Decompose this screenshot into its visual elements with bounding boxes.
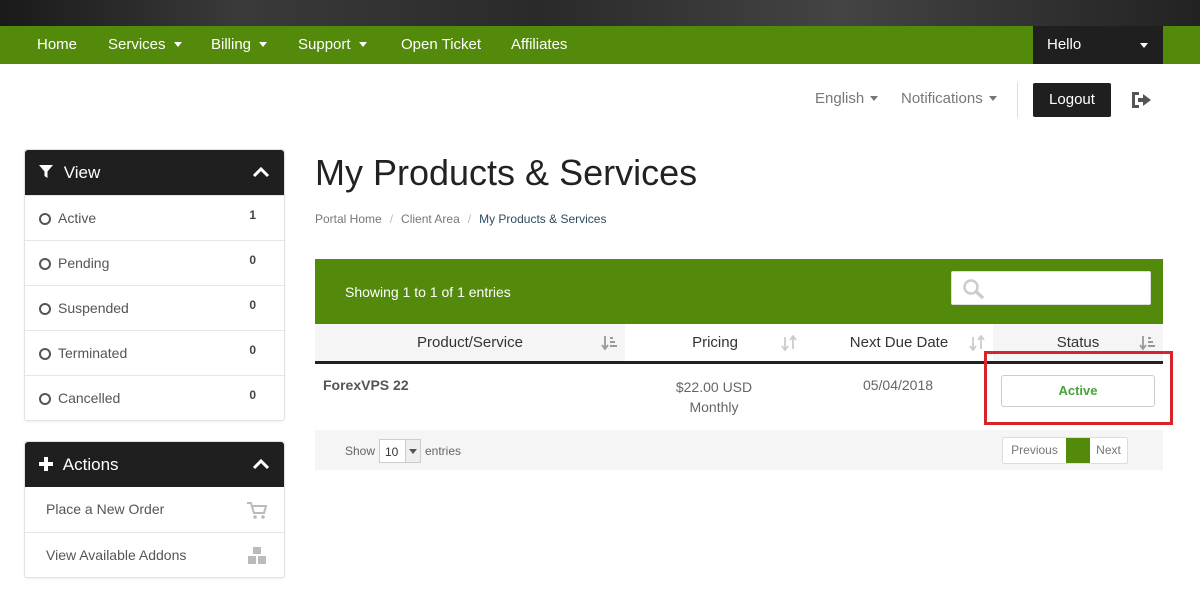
due-date-cell: 05/04/2018 [862,377,934,393]
logout-button[interactable]: Logout [1033,83,1111,117]
search-input[interactable] [990,272,1148,304]
filter-suspended[interactable]: Suspended 0 [25,285,284,330]
page-1-button[interactable] [1066,438,1090,463]
table-toolbar: Showing 1 to 1 of 1 entries [315,259,1163,324]
breadcrumb-separator: / [389,212,394,226]
sort-ascending-icon [1139,336,1155,351]
notifications-menu[interactable]: Notifications [901,90,997,107]
nav-open-ticket[interactable]: Open Ticket [401,26,481,64]
radio-circle-icon [39,348,51,360]
select-arrow [405,440,420,462]
breadcrumb-separator: / [467,212,472,226]
cart-icon [247,502,268,519]
count-badge: 0 [249,253,256,267]
caret-down-icon [259,41,268,47]
caret-down-icon [988,95,997,101]
table-header-rule [315,361,1163,364]
radio-circle-icon [39,213,51,225]
nav-support[interactable]: Support [298,26,367,64]
language-selector[interactable]: English [815,90,879,107]
product-name-link[interactable]: ForexVPS 22 [323,377,409,393]
table-search [951,271,1151,305]
sort-icon [969,335,985,351]
utility-divider [1017,82,1018,118]
breadcrumb: Portal Home / Client Area / My Products & Se… [315,212,606,226]
radio-circle-icon [39,393,51,405]
radio-circle-icon [39,258,51,270]
pricing-cell: $22.00 USD Monthly [675,379,753,415]
nav-billing[interactable]: Billing [211,26,268,64]
caret-down-icon [358,41,367,47]
nav-affiliates[interactable]: Affiliates [511,26,567,64]
actions-panel-header[interactable]: Actions [25,442,284,487]
breadcrumb-current: My Products & Services [479,212,607,226]
plus-icon [39,457,53,472]
column-pricing[interactable]: Pricing [625,324,805,362]
column-status[interactable]: Status [993,324,1163,362]
view-panel: View Active 1 Pending 0 Suspended 0 Term… [24,149,285,421]
radio-circle-icon [39,303,51,315]
status-badge: Active [1001,375,1155,407]
actions-panel: Actions Place a New Order View Available… [24,441,285,578]
sort-icon [781,335,797,351]
breadcrumb-portal-home[interactable]: Portal Home [315,212,382,226]
table-footer: Show 10 entries Previous Next [315,430,1163,470]
sort-ascending-icon [601,336,617,351]
breadcrumb-client-area[interactable]: Client Area [401,212,460,226]
page-title: My Products & Services [315,152,698,193]
nav-home[interactable]: Home [37,26,77,64]
page-length-select[interactable]: 10 [379,439,421,463]
chevron-down-icon [409,449,417,454]
next-page-button[interactable]: Next [1090,438,1127,463]
account-menu[interactable]: Hello [1033,26,1163,64]
column-next-due-date[interactable]: Next Due Date [805,324,993,362]
caret-down-icon [1140,43,1148,48]
filter-active[interactable]: Active 1 [25,195,284,240]
caret-down-icon [870,95,879,101]
main-navbar: Home Services Billing Support Open Ticke… [0,26,1200,64]
count-badge: 1 [249,208,256,222]
view-addons-link[interactable]: View Available Addons [25,532,284,577]
view-panel-header[interactable]: View [25,150,284,195]
filter-terminated[interactable]: Terminated 0 [25,330,284,375]
cubes-icon [248,547,266,564]
nav-services[interactable]: Services [108,26,182,64]
header-banner [0,0,1200,26]
filter-pending[interactable]: Pending 0 [25,240,284,285]
filter-icon [39,165,53,179]
search-icon [963,279,985,300]
place-new-order-link[interactable]: Place a New Order [25,487,284,532]
count-badge: 0 [249,388,256,402]
column-product-service[interactable]: Product/Service [315,324,625,362]
sign-out-icon[interactable] [1130,90,1152,110]
chevron-up-icon[interactable] [252,165,270,179]
count-badge: 0 [249,343,256,357]
pagination: Previous Next [1002,437,1128,464]
count-badge: 0 [249,298,256,312]
filter-cancelled[interactable]: Cancelled 0 [25,375,284,420]
table-info: Showing 1 to 1 of 1 entries [345,284,511,300]
caret-down-icon [173,41,182,47]
previous-page-button[interactable]: Previous [1003,438,1066,463]
chevron-up-icon[interactable] [252,457,270,471]
